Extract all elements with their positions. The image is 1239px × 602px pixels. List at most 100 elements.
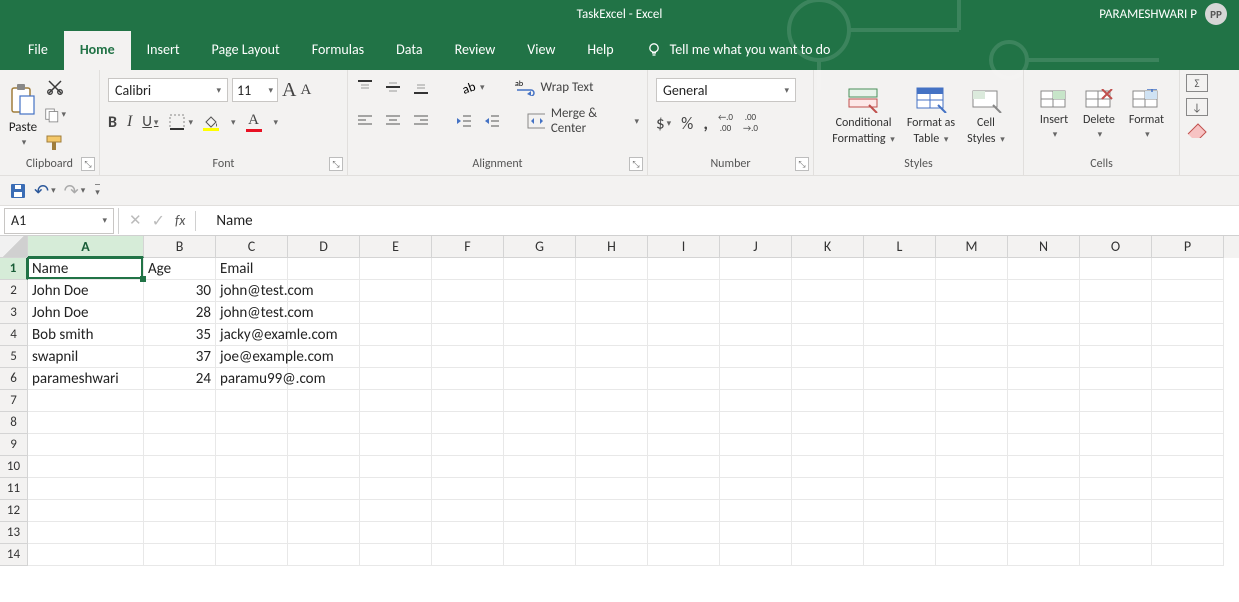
cell[interactable]: 35	[144, 324, 216, 346]
cell[interactable]: Email	[216, 258, 288, 280]
cell[interactable]	[720, 456, 792, 478]
cell[interactable]	[648, 412, 720, 434]
tab-file[interactable]: File	[12, 31, 64, 70]
customize-qat-icon[interactable]: ▾	[95, 184, 100, 198]
cell[interactable]	[576, 368, 648, 390]
cell[interactable]	[576, 258, 648, 280]
cell[interactable]	[648, 324, 720, 346]
cell[interactable]	[864, 302, 936, 324]
cell[interactable]	[720, 500, 792, 522]
cell[interactable]	[864, 368, 936, 390]
cell[interactable]	[360, 324, 432, 346]
cell[interactable]	[360, 544, 432, 566]
cell[interactable]	[288, 346, 360, 368]
cell[interactable]	[1152, 522, 1224, 544]
cell[interactable]	[936, 412, 1008, 434]
cell[interactable]: jacky@examle.com	[216, 324, 288, 346]
tab-review[interactable]: Review	[439, 31, 512, 70]
cell[interactable]	[144, 412, 216, 434]
cell[interactable]	[360, 500, 432, 522]
cell[interactable]	[360, 258, 432, 280]
cell[interactable]	[864, 412, 936, 434]
column-header[interactable]: B	[144, 236, 216, 258]
cell[interactable]	[648, 500, 720, 522]
fill-down-icon[interactable]: ↓	[1186, 98, 1208, 116]
cell[interactable]	[1008, 258, 1080, 280]
cell[interactable]: paramu99@.com	[216, 368, 288, 390]
cell[interactable]	[504, 478, 576, 500]
cell[interactable]	[288, 280, 360, 302]
cell[interactable]	[936, 258, 1008, 280]
align-bottom-button[interactable]	[412, 79, 430, 95]
cell[interactable]	[576, 412, 648, 434]
cell[interactable]	[28, 434, 144, 456]
cell[interactable]: John Doe	[28, 302, 144, 324]
column-header[interactable]: L	[864, 236, 936, 258]
column-header[interactable]: F	[432, 236, 504, 258]
cell[interactable]	[576, 522, 648, 544]
cell[interactable]	[936, 544, 1008, 566]
cell[interactable]	[648, 302, 720, 324]
align-top-button[interactable]	[356, 79, 374, 95]
cell[interactable]: 24	[144, 368, 216, 390]
cell[interactable]	[1152, 412, 1224, 434]
cell[interactable]	[1152, 346, 1224, 368]
cell[interactable]	[864, 258, 936, 280]
cell[interactable]	[504, 544, 576, 566]
cell[interactable]	[792, 390, 864, 412]
cell[interactable]	[576, 544, 648, 566]
cell[interactable]	[144, 434, 216, 456]
cell[interactable]	[1152, 368, 1224, 390]
cell[interactable]	[576, 390, 648, 412]
cell[interactable]	[432, 324, 504, 346]
cell[interactable]	[1080, 544, 1152, 566]
percent-button[interactable]: %	[681, 113, 693, 134]
cell[interactable]	[936, 522, 1008, 544]
tab-view[interactable]: View	[511, 31, 571, 70]
column-header[interactable]: C	[216, 236, 288, 258]
cell[interactable]	[792, 544, 864, 566]
column-header[interactable]: I	[648, 236, 720, 258]
cell[interactable]	[1008, 302, 1080, 324]
cell[interactable]	[360, 456, 432, 478]
cell[interactable]	[648, 544, 720, 566]
cell[interactable]	[288, 522, 360, 544]
cell[interactable]	[720, 544, 792, 566]
cell[interactable]: parameshwari	[28, 368, 144, 390]
cell[interactable]	[288, 412, 360, 434]
cell[interactable]	[1080, 368, 1152, 390]
save-button[interactable]	[10, 183, 26, 199]
cell[interactable]	[648, 434, 720, 456]
cell[interactable]	[792, 324, 864, 346]
alignment-launcher-icon[interactable]: ⤡	[629, 157, 643, 171]
cell[interactable]	[432, 302, 504, 324]
cell[interactable]	[1152, 434, 1224, 456]
cell[interactable]	[864, 522, 936, 544]
cell[interactable]	[648, 390, 720, 412]
cell[interactable]	[720, 390, 792, 412]
align-right-button[interactable]	[412, 114, 430, 128]
cell[interactable]	[504, 412, 576, 434]
cell[interactable]	[936, 280, 1008, 302]
format-cells-button[interactable]: Format▾	[1125, 89, 1168, 140]
cell[interactable]	[1080, 324, 1152, 346]
cell[interactable]	[504, 258, 576, 280]
cell[interactable]	[1152, 544, 1224, 566]
cell[interactable]: swapnil	[28, 346, 144, 368]
format-painter-button[interactable]	[44, 132, 66, 154]
cell[interactable]	[28, 412, 144, 434]
cell[interactable]	[720, 434, 792, 456]
cell[interactable]	[1080, 390, 1152, 412]
delete-cells-button[interactable]: Delete▾	[1079, 89, 1119, 140]
increase-decimal-button[interactable]: ←.0.00	[718, 113, 733, 133]
column-header[interactable]: A	[28, 236, 144, 258]
cell[interactable]	[504, 456, 576, 478]
number-launcher-icon[interactable]: ⤡	[795, 157, 809, 171]
shrink-font-button[interactable]: A	[300, 82, 311, 99]
cell[interactable]	[576, 280, 648, 302]
cell[interactable]	[792, 500, 864, 522]
row-header[interactable]: 13	[0, 522, 28, 544]
cell[interactable]	[28, 544, 144, 566]
cell[interactable]	[288, 390, 360, 412]
cell[interactable]	[360, 478, 432, 500]
